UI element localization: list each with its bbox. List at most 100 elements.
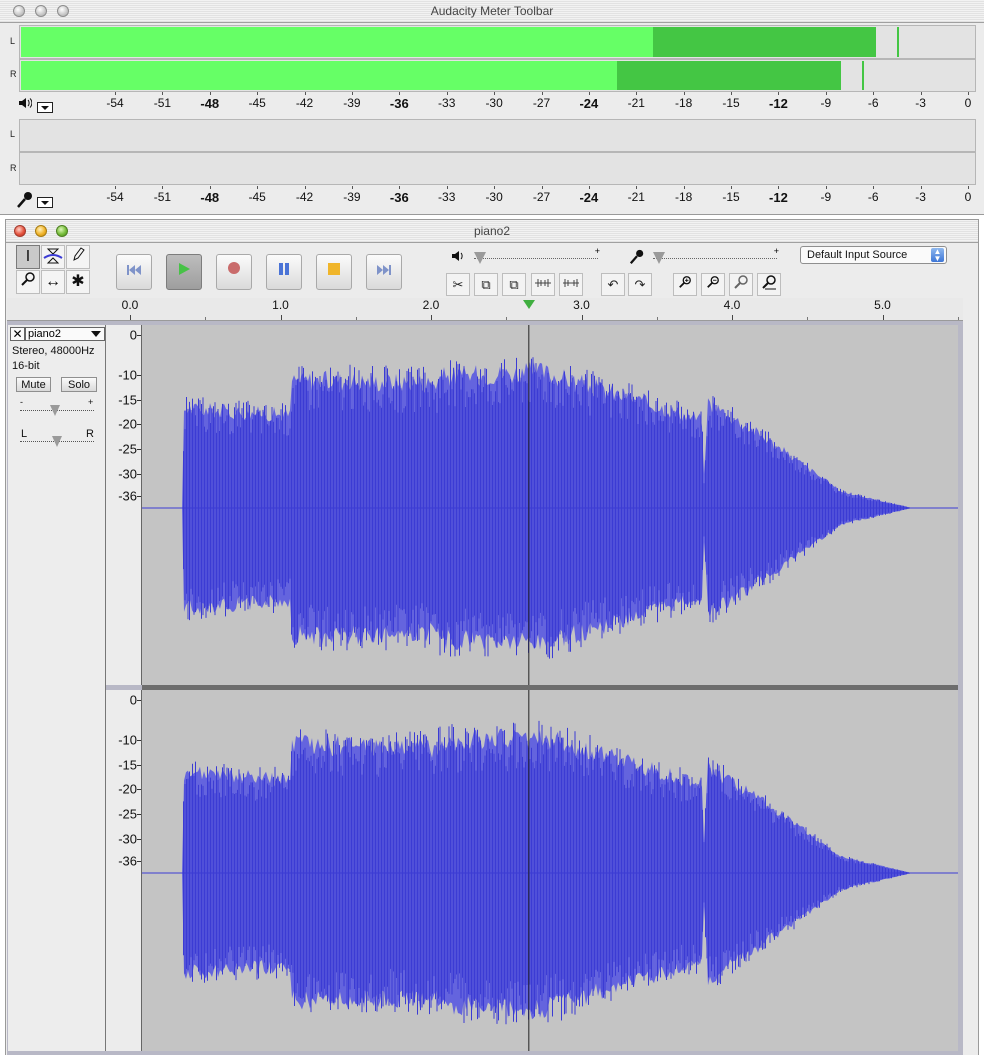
gain-slider[interactable] (20, 405, 94, 416)
db-axis-label: -10 (118, 732, 137, 748)
draw-tool-button[interactable] (66, 245, 90, 269)
stop-button[interactable] (316, 254, 352, 290)
record-meter-right[interactable] (19, 152, 976, 185)
db-tick-mark (731, 186, 733, 189)
db-tick-label: -18 (674, 190, 693, 204)
db-tick-mark (399, 186, 401, 189)
zoom-in-button[interactable] (673, 273, 697, 296)
speaker-icon[interactable] (18, 97, 33, 112)
zoom-out-button[interactable] (701, 273, 725, 296)
db-tick-mark (257, 92, 259, 95)
db-tick-mark (683, 186, 685, 189)
copy-button[interactable]: ⧉ (474, 273, 498, 296)
db-axis-tick (137, 375, 141, 376)
db-axis-label: 0 (129, 692, 137, 708)
db-axis-tick (137, 424, 141, 425)
play-button[interactable] (166, 254, 202, 290)
db-axis-tick (137, 496, 141, 497)
record-meter-left[interactable] (19, 119, 976, 152)
slider-plus-label: + (773, 246, 779, 256)
microphone-icon[interactable] (16, 191, 34, 212)
db-tick-mark (446, 186, 448, 189)
db-tick-label: -27 (532, 190, 551, 204)
time-shift-tool-button[interactable]: ↔ (41, 270, 65, 294)
record-meter-menu-button[interactable] (37, 197, 53, 208)
project-window-title: piano2 (473, 224, 511, 238)
skip-to-start-button[interactable] (116, 254, 152, 290)
pan-slider[interactable] (20, 436, 94, 447)
fit-project-button[interactable] (757, 273, 781, 296)
right-channel-waveform[interactable] (142, 690, 958, 1051)
db-tick-mark (209, 92, 211, 95)
skip-to-end-button[interactable] (366, 254, 402, 290)
multi-tool-button[interactable]: ✱ (66, 270, 90, 294)
redo-button[interactable]: ↷ (628, 273, 652, 296)
db-tick-label: -24 (579, 190, 599, 205)
db-tick-label: -6 (867, 190, 879, 204)
project-titlebar[interactable]: piano2 (6, 220, 978, 243)
db-tick-label: -51 (153, 190, 172, 204)
input-volume-slider[interactable]: + (653, 246, 779, 264)
db-tick-mark (920, 92, 922, 95)
zoom-tool-button[interactable] (16, 270, 40, 294)
trim-button[interactable]: ✂ (446, 273, 470, 296)
slider-thumb[interactable] (653, 252, 665, 264)
db-axis-tick (137, 449, 141, 450)
timeline-ruler[interactable]: 0.0 1.0 2.0 3.0 4.0 5.0 (7, 298, 963, 321)
paste-button[interactable]: ⧉ (502, 273, 526, 296)
ruler-tick (656, 317, 658, 320)
updown-arrow-icon: ▲ ▼ (931, 248, 944, 263)
db-tick-mark (494, 92, 496, 95)
slider-thumb[interactable] (474, 252, 486, 264)
db-tick-mark (825, 186, 827, 189)
left-channel-waveform[interactable] (142, 325, 958, 685)
db-tick-label: -39 (343, 190, 361, 204)
ruler-label: 3.0 (573, 298, 590, 312)
db-axis-label: -25 (118, 806, 137, 822)
db-tick-mark (257, 186, 259, 189)
db-tick-label: -48 (200, 190, 220, 205)
fit-selection-button[interactable] (729, 273, 753, 296)
db-tick-mark (541, 92, 543, 95)
db-tick-label: -12 (769, 96, 788, 111)
pause-button[interactable] (266, 254, 302, 290)
play-meter-menu-button[interactable] (37, 102, 53, 113)
playhead-marker-icon[interactable] (522, 300, 535, 309)
mute-button[interactable]: Mute (16, 377, 51, 392)
solo-button[interactable]: Solo (61, 377, 97, 392)
pan-left-label: L (21, 428, 28, 440)
ruler-label: 5.0 (874, 298, 891, 312)
silence-button[interactable] (559, 273, 583, 296)
db-tick-label: -30 (485, 96, 503, 110)
db-tick-mark (731, 92, 733, 95)
db-axis-label: -15 (118, 392, 137, 408)
trim-outside-button[interactable] (531, 273, 555, 296)
meter-titlebar[interactable]: Audacity Meter Toolbar (0, 0, 984, 23)
undo-button[interactable]: ↶ (601, 273, 625, 296)
envelope-tool-button[interactable] (41, 245, 65, 269)
record-button[interactable] (216, 254, 252, 290)
db-axis-tick (137, 700, 141, 701)
db-axis-tick (137, 789, 141, 790)
pan-right-label: R (86, 428, 94, 440)
ruler-tick (882, 315, 884, 320)
record-meter-right-label: R (10, 163, 17, 173)
slider-thumb[interactable] (50, 405, 60, 416)
ruler-tick (732, 315, 733, 320)
db-axis-label: 0 (129, 327, 137, 343)
ruler-tick (807, 317, 809, 320)
db-tick-mark (446, 92, 448, 95)
play-meter-left[interactable] (19, 25, 976, 59)
track-name-menu[interactable]: piano2 (25, 327, 105, 341)
slider-thumb[interactable] (52, 436, 62, 447)
input-source-select[interactable]: Default Input Source ▲ ▼ (800, 246, 947, 264)
playback-volume-slider[interactable]: + (474, 246, 600, 264)
track-close-button[interactable]: ✕ (10, 327, 25, 341)
db-tick-label: -39 (343, 96, 361, 110)
selection-tool-button[interactable]: I (16, 245, 40, 269)
play-meter-right[interactable] (19, 59, 976, 92)
db-tick-label: -36 (389, 190, 409, 205)
db-tick-label: 0 (964, 96, 972, 110)
db-tick-label: -24 (579, 96, 599, 111)
track-info: Stereo, 48000Hz (12, 345, 95, 357)
